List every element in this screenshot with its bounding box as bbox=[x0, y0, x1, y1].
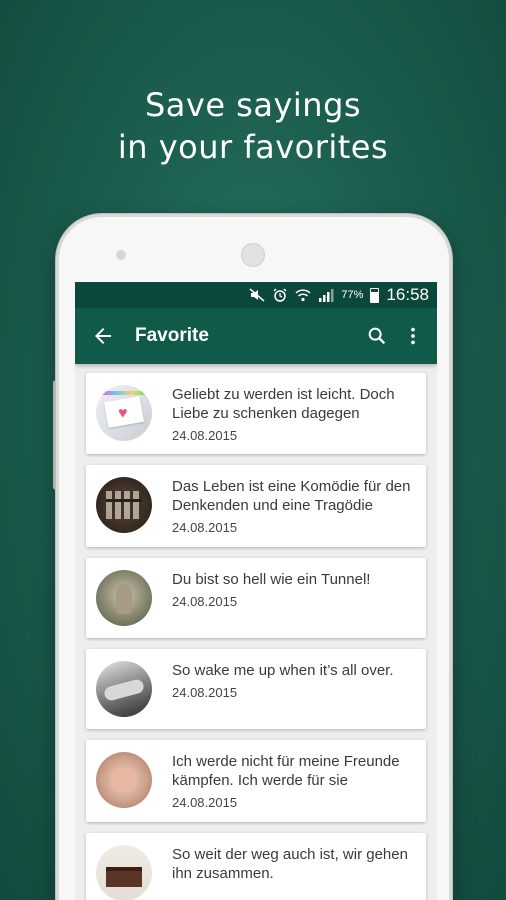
heart-note-image: ♥ bbox=[96, 385, 152, 441]
more-vert-icon bbox=[411, 327, 415, 345]
list-item[interactable]: Du bist so hell wie ein Tunnel! 24.08.20… bbox=[86, 558, 426, 638]
list-item[interactable]: So weit der weg auch ist, wir gehen ihn … bbox=[86, 833, 426, 900]
battery-percent: 77% bbox=[341, 289, 364, 301]
alarm-icon bbox=[273, 288, 287, 302]
saying-date: 24.08.2015 bbox=[172, 594, 238, 609]
search-button[interactable] bbox=[365, 324, 389, 348]
overflow-menu-button[interactable] bbox=[401, 324, 425, 348]
signal-icon bbox=[319, 289, 334, 302]
saying-text: So weit der weg auch ist, wir gehen ihn … bbox=[172, 846, 408, 882]
letter-tiles-image bbox=[96, 477, 152, 533]
tunnel-figure-image bbox=[96, 570, 152, 626]
phone-camera bbox=[116, 250, 126, 260]
saying-text: Du bist so hell wie ein Tunnel! bbox=[172, 571, 371, 588]
list-item[interactable]: Das Leben ist eine Komödie für den Denke… bbox=[86, 465, 426, 547]
battery-icon bbox=[370, 287, 380, 303]
saying-date: 24.08.2015 bbox=[172, 795, 238, 810]
cake-image bbox=[96, 845, 152, 900]
saying-date: 24.08.2015 bbox=[172, 685, 238, 700]
status-time: 16:58 bbox=[386, 285, 429, 304]
wifi-icon bbox=[295, 289, 311, 302]
saying-date: 24.08.2015 bbox=[172, 520, 238, 535]
saying-text: So wake me up when it’s all over. bbox=[172, 662, 394, 679]
saying-text: Das Leben ist eine Komödie für den Denke… bbox=[172, 478, 411, 514]
saying-date: 24.08.2015 bbox=[172, 428, 238, 443]
saying-text: Geliebt zu werden ist leicht. Doch Liebe… bbox=[172, 386, 395, 422]
hands-image bbox=[96, 752, 152, 808]
sleeping-person-image bbox=[96, 661, 152, 717]
app-bar: Favorite bbox=[75, 308, 437, 364]
page-title: Favorite bbox=[135, 325, 209, 346]
phone-speaker bbox=[241, 243, 265, 267]
arrow-back-icon[interactable] bbox=[91, 324, 115, 348]
promo-line-1: Save sayings bbox=[144, 86, 362, 124]
promo-headline: Save sayings in your favorites bbox=[0, 84, 506, 168]
list-item[interactable]: So wake me up when it’s all over. 24.08.… bbox=[86, 649, 426, 729]
favorites-list: ♥ Geliebt zu werden ist leicht. Doch Lie… bbox=[75, 364, 437, 900]
search-icon bbox=[368, 327, 386, 345]
promo-line-2: in your favorites bbox=[117, 128, 389, 166]
status-bar: 77% 16:58 bbox=[75, 282, 437, 308]
phone-screen: 77% 16:58 Favorite ♥ Geliebt zu werden i… bbox=[75, 282, 437, 900]
list-item[interactable]: Ich werde nicht für meine Freunde kämpfe… bbox=[86, 740, 426, 822]
saying-text: Ich werde nicht für meine Freunde kämpfe… bbox=[172, 753, 400, 789]
mute-icon bbox=[249, 288, 265, 302]
list-item[interactable]: ♥ Geliebt zu werden ist leicht. Doch Lie… bbox=[86, 373, 426, 454]
